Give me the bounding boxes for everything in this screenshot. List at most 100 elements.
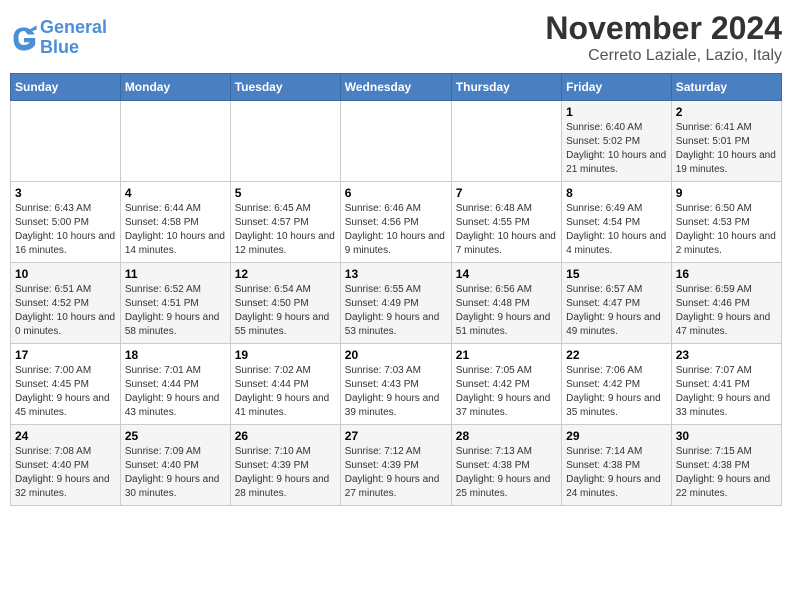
day-number: 9	[676, 186, 777, 200]
day-number: 20	[345, 348, 447, 362]
day-number: 26	[235, 429, 336, 443]
day-number: 21	[456, 348, 557, 362]
calendar-cell: 4Sunrise: 6:44 AM Sunset: 4:58 PM Daylig…	[120, 182, 230, 263]
logo-icon	[10, 24, 38, 52]
day-info: Sunrise: 6:41 AM Sunset: 5:01 PM Dayligh…	[676, 121, 777, 177]
weekday-header: Sunday	[11, 74, 121, 101]
title-block: November 2024 Cerreto Laziale, Lazio, It…	[545, 10, 782, 65]
day-info: Sunrise: 6:48 AM Sunset: 4:55 PM Dayligh…	[456, 202, 557, 258]
day-number: 4	[125, 186, 226, 200]
weekday-header: Friday	[562, 74, 672, 101]
calendar-cell: 17 Sunrise: 7:00 AM Sunset: 4:45 PM Dayli…	[11, 344, 121, 425]
day-number: 6	[345, 186, 447, 200]
calendar-cell: 25 Sunrise: 7:09 AM Sunset: 4:40 PM Dayli…	[120, 425, 230, 506]
day-number: 17	[15, 348, 116, 362]
day-info: Sunrise: 6:56 AM Sunset: 4:48 PM Dayligh…	[456, 283, 557, 339]
calendar-cell	[230, 101, 340, 182]
day-info: Sunrise: 7:06 AM Sunset: 4:42 PM Dayligh…	[566, 364, 667, 420]
page-header: General Blue November 2024 Cerreto Lazia…	[10, 10, 782, 65]
calendar-cell: 8 Sunrise: 6:49 AM Sunset: 4:54 PM Daylig…	[562, 182, 672, 263]
day-info: Sunrise: 7:13 AM Sunset: 4:38 PM Dayligh…	[456, 445, 557, 501]
calendar-cell: 23Sunrise: 7:07 AM Sunset: 4:41 PM Dayli…	[671, 344, 781, 425]
calendar-cell: 28 Sunrise: 7:13 AM Sunset: 4:38 PM Dayli…	[451, 425, 561, 506]
logo-line2: Blue	[40, 37, 79, 57]
day-number: 10	[15, 267, 116, 281]
day-info: Sunrise: 6:51 AM Sunset: 4:52 PM Dayligh…	[15, 283, 116, 339]
day-number: 28	[456, 429, 557, 443]
day-info: Sunrise: 7:14 AM Sunset: 4:38 PM Dayligh…	[566, 445, 667, 501]
day-info: Sunrise: 7:03 AM Sunset: 4:43 PM Dayligh…	[345, 364, 447, 420]
calendar-week-row: 1 Sunrise: 6:40 AM Sunset: 5:02 PM Daylig…	[11, 101, 782, 182]
calendar-cell: 26 Sunrise: 7:10 AM Sunset: 4:39 PM Dayli…	[230, 425, 340, 506]
day-info: Sunrise: 7:02 AM Sunset: 4:44 PM Dayligh…	[235, 364, 336, 420]
calendar-cell: 5 Sunrise: 6:45 AM Sunset: 4:57 PM Daylig…	[230, 182, 340, 263]
calendar-cell: 22Sunrise: 7:06 AM Sunset: 4:42 PM Dayli…	[562, 344, 672, 425]
day-number: 5	[235, 186, 336, 200]
weekday-header: Thursday	[451, 74, 561, 101]
calendar-cell: 18Sunrise: 7:01 AM Sunset: 4:44 PM Dayli…	[120, 344, 230, 425]
day-number: 27	[345, 429, 447, 443]
calendar-cell: 27 Sunrise: 7:12 AM Sunset: 4:39 PM Dayli…	[340, 425, 451, 506]
calendar-table: SundayMondayTuesdayWednesdayThursdayFrid…	[10, 73, 782, 506]
calendar-week-row: 10 Sunrise: 6:51 AM Sunset: 4:52 PM Dayli…	[11, 263, 782, 344]
day-number: 23	[676, 348, 777, 362]
calendar-cell: 19 Sunrise: 7:02 AM Sunset: 4:44 PM Dayli…	[230, 344, 340, 425]
day-number: 15	[566, 267, 667, 281]
calendar-cell: 24 Sunrise: 7:08 AM Sunset: 4:40 PM Dayli…	[11, 425, 121, 506]
day-number: 14	[456, 267, 557, 281]
day-info: Sunrise: 7:08 AM Sunset: 4:40 PM Dayligh…	[15, 445, 116, 501]
calendar-cell	[451, 101, 561, 182]
day-info: Sunrise: 7:15 AM Sunset: 4:38 PM Dayligh…	[676, 445, 777, 501]
day-info: Sunrise: 7:10 AM Sunset: 4:39 PM Dayligh…	[235, 445, 336, 501]
weekday-header: Wednesday	[340, 74, 451, 101]
day-info: Sunrise: 6:50 AM Sunset: 4:53 PM Dayligh…	[676, 202, 777, 258]
day-number: 7	[456, 186, 557, 200]
calendar-cell: 14 Sunrise: 6:56 AM Sunset: 4:48 PM Dayli…	[451, 263, 561, 344]
calendar-cell: 29Sunrise: 7:14 AM Sunset: 4:38 PM Dayli…	[562, 425, 672, 506]
calendar-cell	[120, 101, 230, 182]
day-info: Sunrise: 6:46 AM Sunset: 4:56 PM Dayligh…	[345, 202, 447, 258]
day-number: 25	[125, 429, 226, 443]
day-number: 12	[235, 267, 336, 281]
day-info: Sunrise: 7:00 AM Sunset: 4:45 PM Dayligh…	[15, 364, 116, 420]
calendar-cell: 1 Sunrise: 6:40 AM Sunset: 5:02 PM Daylig…	[562, 101, 672, 182]
calendar-cell: 12 Sunrise: 6:54 AM Sunset: 4:50 PM Dayli…	[230, 263, 340, 344]
calendar-cell: 13 Sunrise: 6:55 AM Sunset: 4:49 PM Dayli…	[340, 263, 451, 344]
calendar-cell: 20 Sunrise: 7:03 AM Sunset: 4:43 PM Dayli…	[340, 344, 451, 425]
day-number: 24	[15, 429, 116, 443]
day-number: 1	[566, 105, 667, 119]
day-info: Sunrise: 6:55 AM Sunset: 4:49 PM Dayligh…	[345, 283, 447, 339]
weekday-header-row: SundayMondayTuesdayWednesdayThursdayFrid…	[11, 74, 782, 101]
day-number: 3	[15, 186, 116, 200]
calendar-cell: 3Sunrise: 6:43 AM Sunset: 5:00 PM Daylig…	[11, 182, 121, 263]
day-info: Sunrise: 6:52 AM Sunset: 4:51 PM Dayligh…	[125, 283, 226, 339]
calendar-cell: 7 Sunrise: 6:48 AM Sunset: 4:55 PM Daylig…	[451, 182, 561, 263]
day-info: Sunrise: 7:12 AM Sunset: 4:39 PM Dayligh…	[345, 445, 447, 501]
day-number: 8	[566, 186, 667, 200]
calendar-cell	[340, 101, 451, 182]
calendar-week-row: 24 Sunrise: 7:08 AM Sunset: 4:40 PM Dayli…	[11, 425, 782, 506]
day-info: Sunrise: 7:05 AM Sunset: 4:42 PM Dayligh…	[456, 364, 557, 420]
calendar-cell: 21 Sunrise: 7:05 AM Sunset: 4:42 PM Dayli…	[451, 344, 561, 425]
calendar-cell: 16Sunrise: 6:59 AM Sunset: 4:46 PM Dayli…	[671, 263, 781, 344]
logo: General Blue	[10, 18, 107, 58]
day-number: 2	[676, 105, 777, 119]
day-number: 11	[125, 267, 226, 281]
calendar-week-row: 3Sunrise: 6:43 AM Sunset: 5:00 PM Daylig…	[11, 182, 782, 263]
day-info: Sunrise: 6:57 AM Sunset: 4:47 PM Dayligh…	[566, 283, 667, 339]
day-info: Sunrise: 6:40 AM Sunset: 5:02 PM Dayligh…	[566, 121, 667, 177]
weekday-header: Monday	[120, 74, 230, 101]
calendar-cell: 6 Sunrise: 6:46 AM Sunset: 4:56 PM Daylig…	[340, 182, 451, 263]
weekday-header: Tuesday	[230, 74, 340, 101]
day-info: Sunrise: 6:54 AM Sunset: 4:50 PM Dayligh…	[235, 283, 336, 339]
day-info: Sunrise: 7:09 AM Sunset: 4:40 PM Dayligh…	[125, 445, 226, 501]
day-number: 13	[345, 267, 447, 281]
day-info: Sunrise: 6:45 AM Sunset: 4:57 PM Dayligh…	[235, 202, 336, 258]
day-number: 18	[125, 348, 226, 362]
location-title: Cerreto Laziale, Lazio, Italy	[545, 47, 782, 65]
calendar-cell: 9 Sunrise: 6:50 AM Sunset: 4:53 PM Daylig…	[671, 182, 781, 263]
day-number: 19	[235, 348, 336, 362]
calendar-cell	[11, 101, 121, 182]
month-title: November 2024	[545, 10, 782, 47]
day-info: Sunrise: 6:49 AM Sunset: 4:54 PM Dayligh…	[566, 202, 667, 258]
